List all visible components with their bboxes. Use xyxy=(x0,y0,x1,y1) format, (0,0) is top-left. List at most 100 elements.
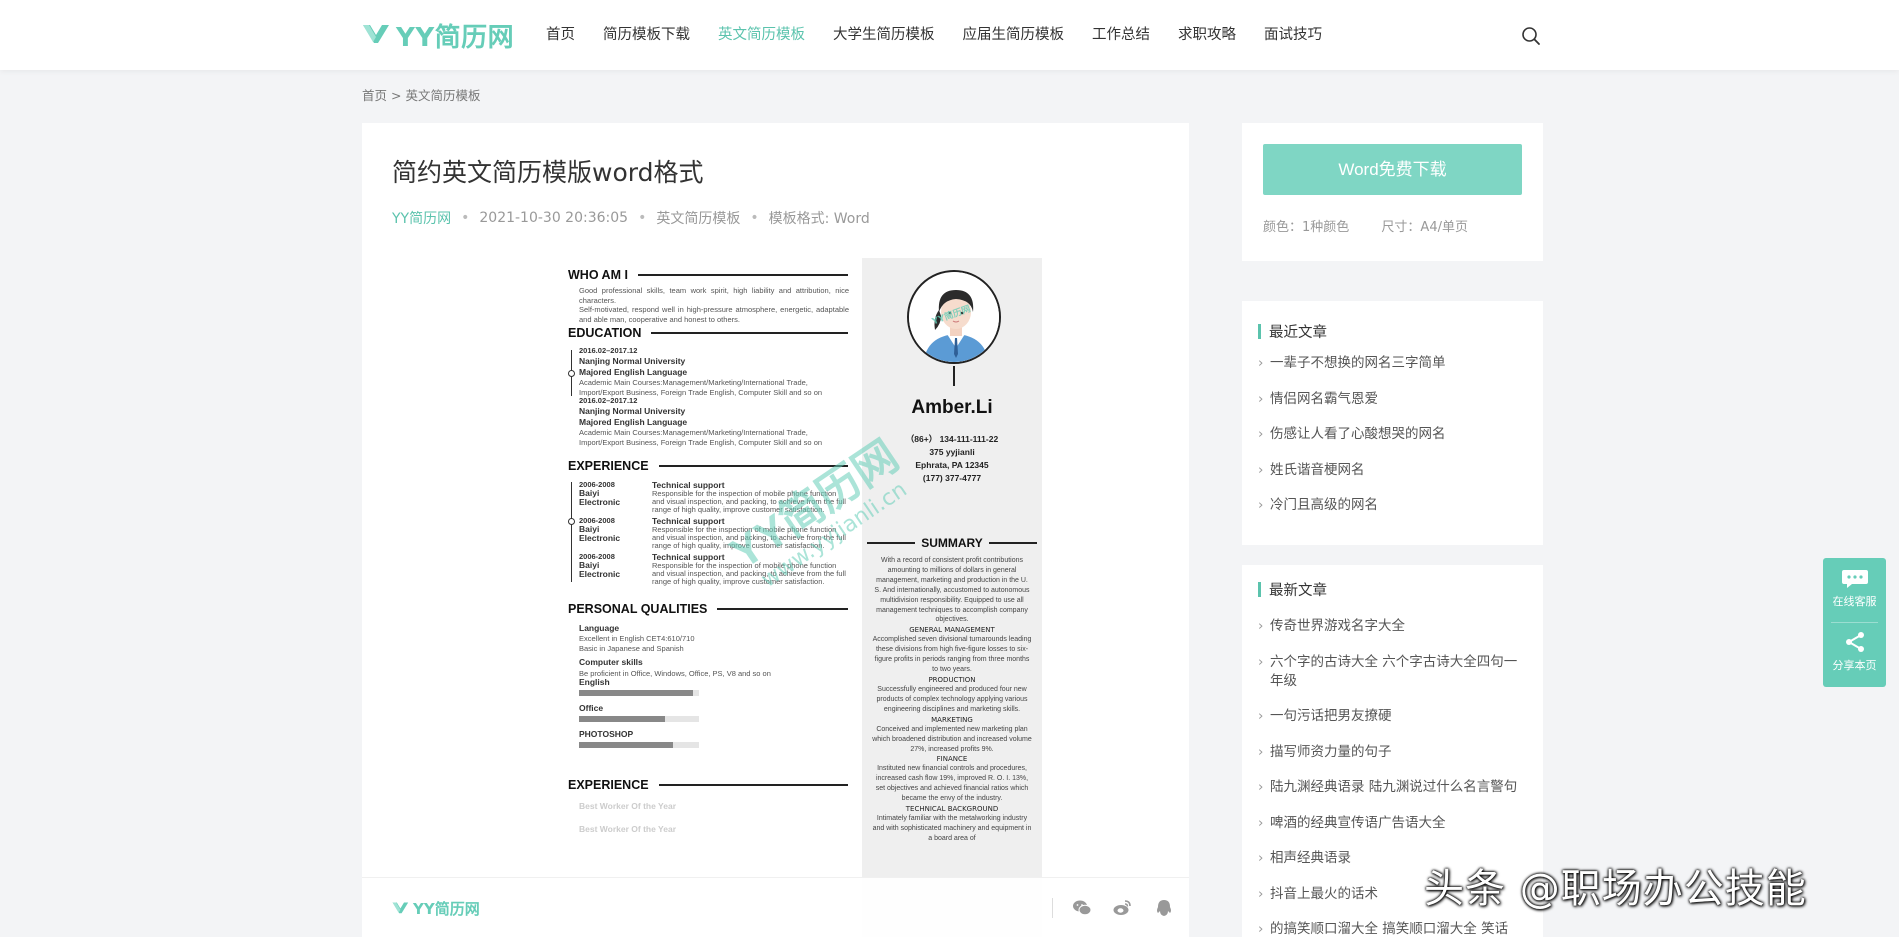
qualities-block: Language Excellent in English CET4:610/7… xyxy=(579,622,849,679)
download-card: Word免费下载 颜色：1种颜色 尺寸：A4/单页 xyxy=(1242,123,1543,261)
wechat-icon[interactable] xyxy=(1072,898,1092,918)
online-service-label: 在线客服 xyxy=(1832,595,1877,608)
list-item[interactable]: 姓氏谐音梗网名 xyxy=(1258,460,1530,480)
quality-line: Excellent in English CET4:610/710 xyxy=(579,634,695,643)
bottom-logo[interactable]: YY简历网 xyxy=(392,898,480,919)
summary-title: SUMMARY xyxy=(921,536,983,550)
summary-text: Instituted new financial controls and pr… xyxy=(875,765,1029,803)
article-author[interactable]: YY简历网 xyxy=(392,208,451,228)
summary-text: Successfully engineered and produced fou… xyxy=(876,685,1028,713)
skill-name: Office xyxy=(579,703,604,713)
list-item[interactable]: 的搞笑顺口溜大全 搞笑顺口溜大全 笑话 xyxy=(1258,920,1530,937)
resume-preview: WHO AM I Good professional skills, team … xyxy=(555,258,1042,937)
share-icon xyxy=(1845,632,1864,652)
section-rule xyxy=(717,608,848,610)
exp2-peek: Best Worker Of the Year xyxy=(579,801,677,811)
exp-dept: Electronic xyxy=(579,569,621,579)
floating-service-panel: 在线客服 分享本页 xyxy=(1823,558,1886,687)
color-info: 颜色：1种颜色 xyxy=(1263,220,1350,235)
nav-english-resume[interactable]: 英文简历模板 xyxy=(718,22,805,48)
section-rule xyxy=(637,274,848,276)
list-item[interactable]: 一句污话把男友撩硬 xyxy=(1258,707,1530,726)
word-download-button[interactable]: Word免费下载 xyxy=(1263,144,1522,195)
site-header: YY简历网 首页 简历模板下载 英文简历模板 大学生简历模板 应届生简历模板 工… xyxy=(0,0,1899,70)
list-item[interactable]: 传奇世界游戏名字大全 xyxy=(1258,617,1530,636)
quality-line: Be proficient in Office, Windows, Office… xyxy=(579,669,771,678)
list-item[interactable]: 伤感让人看了心酸想哭的网名 xyxy=(1258,424,1530,444)
edu-courses: Academic Main Courses:Management/Marketi… xyxy=(579,378,823,397)
site-logo[interactable]: YY简历网 xyxy=(362,18,515,53)
edu-major: Majored English Language xyxy=(579,417,688,427)
latest-articles-title: 最新文章 xyxy=(1269,583,1327,599)
share-page-button[interactable]: 分享本页 xyxy=(1823,630,1886,673)
qq-icon[interactable] xyxy=(1154,898,1174,918)
main-nav: 首页 简历模板下载 英文简历模板 大学生简历模板 应届生简历模板 工作总结 求职… xyxy=(546,22,1350,48)
toutiao-watermark: 头条 @职场办公技能 xyxy=(1424,866,1807,912)
logo-text: YY简历网 xyxy=(396,22,515,53)
list-item[interactable]: 啤酒的经典宣传语广告语大全 xyxy=(1258,814,1530,833)
section-title: EDUCATION xyxy=(568,326,642,340)
section-title: PERSONAL QUALITIES xyxy=(568,602,708,616)
section-rule xyxy=(651,332,848,334)
article-category[interactable]: 英文简历模板 xyxy=(656,208,740,228)
nav-graduate-resume[interactable]: 应届生简历模板 xyxy=(963,22,1065,48)
skill-bar-fill xyxy=(579,742,673,748)
list-item[interactable]: 陆九渊经典语录 陆九渊说过什么名言警句 xyxy=(1258,778,1530,797)
experience-item: 2006-2008 Baiyi Electronic Technical sup… xyxy=(579,480,849,514)
logo-mark-icon xyxy=(392,902,409,914)
exp-desc: Responsible for the inspection of mobile… xyxy=(652,561,846,586)
list-item[interactable]: 情侣网名霸气恩爱 xyxy=(1258,389,1530,409)
summary-text: Intimately familiar with the metalworkin… xyxy=(872,815,1032,842)
education-item: 2016.02–2017.12 Nanjing Normal Universit… xyxy=(579,396,849,447)
exp-dept: Electronic xyxy=(579,497,621,507)
edu-school: Nanjing Normal University xyxy=(579,406,686,416)
weibo-icon[interactable] xyxy=(1112,898,1132,918)
edu-courses: Academic Main Courses:Management/Marketi… xyxy=(579,428,823,447)
article-date: 2021-10-30 20:36:05 xyxy=(479,210,629,226)
avatar-stem xyxy=(953,366,955,386)
search-icon[interactable] xyxy=(1520,25,1542,47)
education-item: 2016.02–2017.12 Nanjing Normal Universit… xyxy=(579,346,849,397)
summary-text: Accomplished seven divisional turnaround… xyxy=(872,636,1032,674)
heading-accent-bar xyxy=(1258,582,1261,597)
resume-address1: 375 yyjianli xyxy=(929,447,975,457)
breadcrumb-current[interactable]: 英文简历模板 xyxy=(405,88,480,103)
section-experience: EXPERIENCE xyxy=(568,459,848,473)
skill-bar xyxy=(579,716,699,722)
who-am-i-line: Good professional skills, team work spir… xyxy=(579,286,849,305)
size-info: 尺寸：A4/单页 xyxy=(1381,220,1468,235)
breadcrumb-home[interactable]: 首页 xyxy=(362,88,387,103)
list-item[interactable]: 一辈子不想换的网名三字简单 xyxy=(1258,353,1530,373)
summary-subhead: GENERAL MANAGEMENT xyxy=(909,626,995,635)
recent-articles-title: 最近文章 xyxy=(1269,325,1327,341)
who-am-i-text: Good professional skills, team work spir… xyxy=(579,286,849,324)
experience-item: 2006-2008 Baiyi Electronic Technical sup… xyxy=(579,516,849,550)
summary-text: With a record of consistent profit contr… xyxy=(874,557,1030,624)
nav-job-tips[interactable]: 求职攻略 xyxy=(1178,22,1236,48)
resume-phone: （86+） 134-111-111-22 xyxy=(905,434,999,444)
page-title: 简约英文简历模版word格式 xyxy=(392,158,704,187)
list-item[interactable]: 冷门且高级的网名 xyxy=(1258,495,1530,515)
latest-articles-heading: 最新文章 xyxy=(1258,579,1327,600)
timeline-dot xyxy=(568,370,575,377)
skill-bar-fill xyxy=(579,690,693,696)
article-meta: YY简历网 • 2021-10-30 20:36:05 • 英文简历模板 • 模… xyxy=(392,208,870,228)
article-card: 简约英文简历模版word格式 YY简历网 • 2021-10-30 20:36:… xyxy=(362,123,1189,937)
nav-work-summary[interactable]: 工作总结 xyxy=(1092,22,1150,48)
summary-subhead: FINANCE xyxy=(936,755,968,764)
list-item[interactable]: 描写师资力量的句子 xyxy=(1258,743,1530,762)
skill-bar-fill xyxy=(579,716,666,722)
logo-mark-icon xyxy=(363,25,389,43)
nav-interview-tips[interactable]: 面试技巧 xyxy=(1264,22,1322,48)
meta-dot: • xyxy=(461,210,470,226)
list-item[interactable]: 六个字的古诗大全 六个字古诗大全四句一年级 xyxy=(1258,653,1530,691)
summary-body: With a record of consistent profit contr… xyxy=(872,556,1032,844)
nav-college-resume[interactable]: 大学生简历模板 xyxy=(833,22,935,48)
bottom-share-bar: YY简历网 xyxy=(362,877,1189,937)
resume-address2: Ephrata, PA 12345 xyxy=(915,460,989,470)
online-service-button[interactable]: 在线客服 xyxy=(1823,568,1886,609)
summary-subhead: MARKETING xyxy=(931,715,973,724)
nav-resume-templates[interactable]: 简历模板下载 xyxy=(603,22,690,48)
download-info: 颜色：1种颜色 尺寸：A4/单页 xyxy=(1263,216,1468,235)
nav-home[interactable]: 首页 xyxy=(546,22,575,48)
